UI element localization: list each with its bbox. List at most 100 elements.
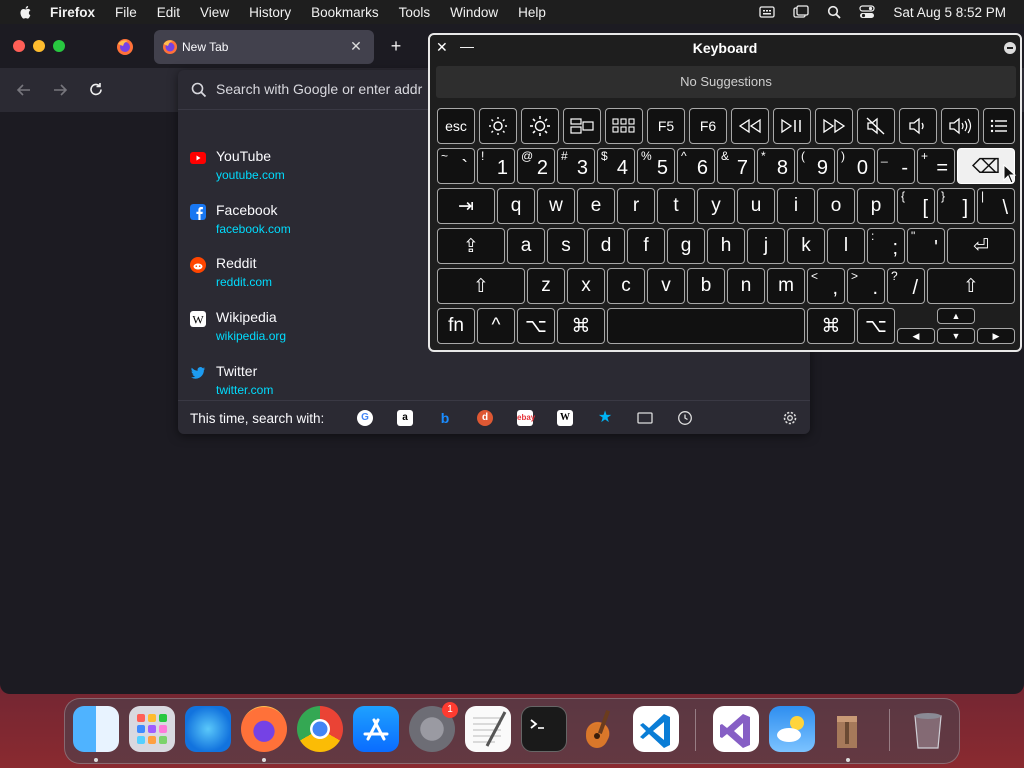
duckduckgo-icon[interactable]: d [477, 410, 493, 426]
key-6[interactable]: ^ 6 [677, 148, 715, 184]
key-4[interactable]: $4 [597, 148, 635, 184]
key-right-shift[interactable]: ⇧ [927, 268, 1015, 304]
close-tab-icon[interactable]: ✕ [346, 36, 366, 56]
key-u[interactable]: u [737, 188, 775, 224]
key-play-pause[interactable] [773, 108, 811, 144]
key-s[interactable]: s [547, 228, 585, 264]
key-i[interactable]: i [777, 188, 815, 224]
trash-icon[interactable] [905, 706, 951, 752]
visual-studio-icon[interactable] [713, 706, 759, 752]
key-v[interactable]: v [647, 268, 685, 304]
keyboard-options-icon[interactable] [1004, 42, 1016, 54]
key-b[interactable]: b [687, 268, 725, 304]
key-0[interactable]: ) 0 [837, 148, 875, 184]
key-=[interactable]: + = [917, 148, 955, 184]
vscode-icon[interactable] [633, 706, 679, 752]
key-volume-up[interactable] [941, 108, 979, 144]
key-control[interactable]: ^ [477, 308, 515, 344]
safari-icon[interactable] [185, 706, 231, 752]
key-;[interactable]: :; [867, 228, 905, 264]
garageband-icon[interactable] [577, 706, 623, 752]
key-l[interactable]: l [827, 228, 865, 264]
key-j[interactable]: j [747, 228, 785, 264]
key-g[interactable]: g [667, 228, 705, 264]
key-brightness-down[interactable] [479, 108, 517, 144]
key-right-arrow[interactable]: ▶ [977, 328, 1015, 344]
keyboard-viewer-icon[interactable] [759, 6, 776, 18]
key-list[interactable] [983, 108, 1015, 144]
menu-window[interactable]: Window [450, 5, 498, 20]
key-y[interactable]: y [697, 188, 735, 224]
firefox-view-icon[interactable] [116, 38, 134, 56]
key-left-command[interactable]: ⌘ [557, 308, 605, 344]
finder-icon[interactable] [73, 706, 119, 752]
key-z[interactable]: z [527, 268, 565, 304]
key-9[interactable]: (9 [797, 148, 835, 184]
key-f6[interactable]: F6 [689, 108, 727, 144]
key-brightness-up[interactable] [521, 108, 559, 144]
key-1[interactable]: ! 1 [477, 148, 515, 184]
archive-utility-icon[interactable] [825, 706, 871, 752]
key-][interactable]: }] [937, 188, 975, 224]
key-right-command[interactable]: ⌘ [807, 308, 855, 344]
wikipedia-engine-icon[interactable]: W [557, 410, 573, 426]
key-w[interactable]: w [537, 188, 575, 224]
key-right-option[interactable]: ⌥ [857, 308, 895, 344]
app-store-icon[interactable] [353, 706, 399, 752]
spotlight-search-icon[interactable] [827, 5, 842, 19]
key-o[interactable]: o [817, 188, 855, 224]
key-,[interactable]: <, [807, 268, 845, 304]
key-mute[interactable] [857, 108, 895, 144]
key-2[interactable]: @2 [517, 148, 555, 184]
search-settings-gear-icon[interactable] [782, 410, 798, 426]
menu-help[interactable]: Help [518, 5, 546, 20]
minimize-window-button[interactable] [33, 40, 45, 52]
back-arrow-icon[interactable] [14, 80, 34, 100]
key-`[interactable]: ~ ` [437, 148, 475, 184]
key-tab[interactable]: ⇥ [437, 188, 495, 224]
menubar-clock[interactable]: Sat Aug 5 8:52 PM [893, 5, 1006, 20]
key-p[interactable]: p [857, 188, 895, 224]
key-[[interactable]: {[ [897, 188, 935, 224]
key-t[interactable]: t [657, 188, 695, 224]
key-r[interactable]: r [617, 188, 655, 224]
amazon-icon[interactable]: a [397, 410, 413, 426]
zoom-window-button[interactable] [53, 40, 65, 52]
weather-icon[interactable] [769, 706, 815, 752]
key-space[interactable] [607, 308, 805, 344]
new-tab-button[interactable]: + [386, 36, 406, 56]
menu-tools[interactable]: Tools [399, 5, 431, 20]
key-left-arrow[interactable]: ◀ [897, 328, 935, 344]
menu-file[interactable]: File [115, 5, 137, 20]
menu-history[interactable]: History [249, 5, 291, 20]
key-3[interactable]: #3 [557, 148, 595, 184]
terminal-icon[interactable] [521, 706, 567, 752]
google-icon[interactable]: G [357, 410, 373, 426]
control-center-icon[interactable] [859, 5, 876, 19]
key-left-option[interactable]: ⌥ [517, 308, 555, 344]
key-fast-forward[interactable] [815, 108, 853, 144]
key-return[interactable]: ⏎ [947, 228, 1015, 264]
key-m[interactable]: m [767, 268, 805, 304]
key-rewind[interactable] [731, 108, 769, 144]
key--[interactable]: _ - [877, 148, 915, 184]
key-x[interactable]: x [567, 268, 605, 304]
menu-bookmarks[interactable]: Bookmarks [311, 5, 379, 20]
history-clock-icon[interactable] [677, 410, 693, 426]
key-down-arrow[interactable]: ▼ [937, 328, 975, 344]
key-5[interactable]: % 5 [637, 148, 675, 184]
key-mission-control[interactable] [563, 108, 601, 144]
key-'[interactable]: " ' [907, 228, 945, 264]
key-\[interactable]: | \ [977, 188, 1015, 224]
key-left-shift[interactable]: ⇧ [437, 268, 525, 304]
menu-edit[interactable]: Edit [157, 5, 180, 20]
key-fn[interactable]: fn [437, 308, 475, 344]
key-q[interactable]: q [497, 188, 535, 224]
key-esc[interactable]: esc [437, 108, 475, 144]
close-window-button[interactable] [13, 40, 25, 52]
key-d[interactable]: d [587, 228, 625, 264]
ebay-icon[interactable]: ebay [517, 410, 535, 426]
textedit-icon[interactable] [465, 706, 511, 752]
menu-app-name[interactable]: Firefox [50, 5, 95, 20]
key-e[interactable]: e [577, 188, 615, 224]
